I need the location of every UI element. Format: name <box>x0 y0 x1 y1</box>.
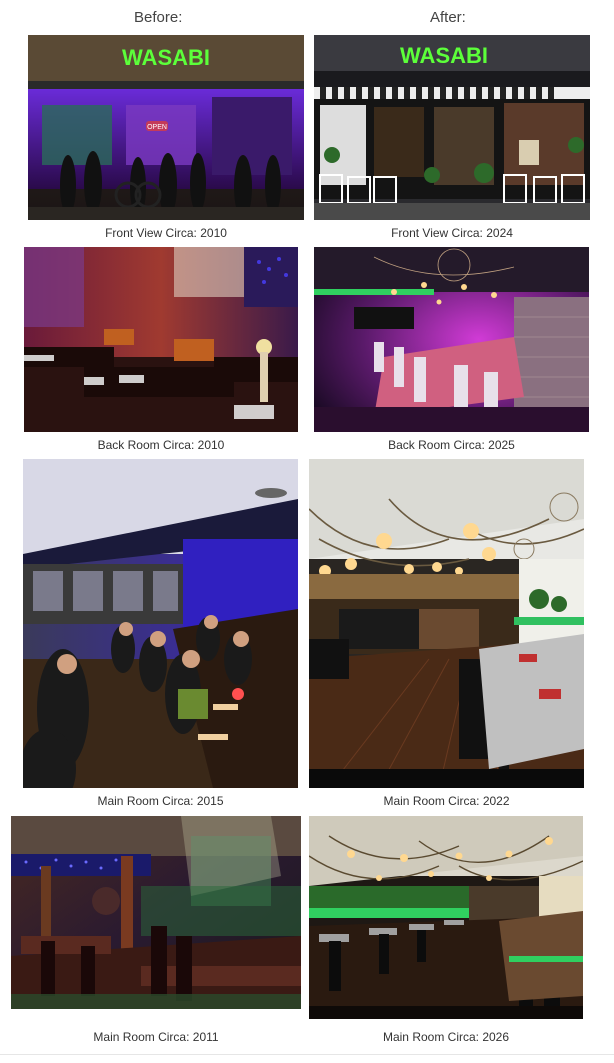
caption-front-view-2010: Front View Circa: 2010 <box>105 226 227 240</box>
photo-main-room-2026 <box>309 816 583 1019</box>
caption-back-room-2025: Back Room Circa: 2025 <box>388 438 515 452</box>
caption-back-room-2010: Back Room Circa: 2010 <box>97 438 225 452</box>
before-header: Before: <box>134 9 183 26</box>
caption-front-view-2024: Front View Circa: 2024 <box>391 226 513 240</box>
photo-main-room-2011 <box>11 816 301 1009</box>
photo-front-view-2024: WASABI <box>314 35 590 220</box>
photo-main-room-2015 <box>23 459 298 788</box>
wasabi-sign-text-2024: WASABI <box>400 43 488 68</box>
caption-main-room-2022: Main Room Circa: 2022 <box>383 794 510 808</box>
caption-main-room-2011: Main Room Circa: 2011 <box>93 1030 219 1044</box>
photo-main-room-2022 <box>309 459 584 788</box>
caption-main-room-2015: Main Room Circa: 2015 <box>97 794 224 808</box>
photo-front-view-2010: OPEN WASABI <box>28 35 304 220</box>
open-sign-text: OPEN <box>147 124 167 131</box>
wasabi-sign-text: WASABI <box>122 45 210 70</box>
caption-main-room-2026: Main Room Circa: 2026 <box>382 1030 510 1044</box>
photo-back-room-2010 <box>24 247 298 432</box>
photo-back-room-2025 <box>314 247 589 432</box>
bottom-divider <box>0 1054 614 1055</box>
after-header: After: <box>430 9 466 26</box>
